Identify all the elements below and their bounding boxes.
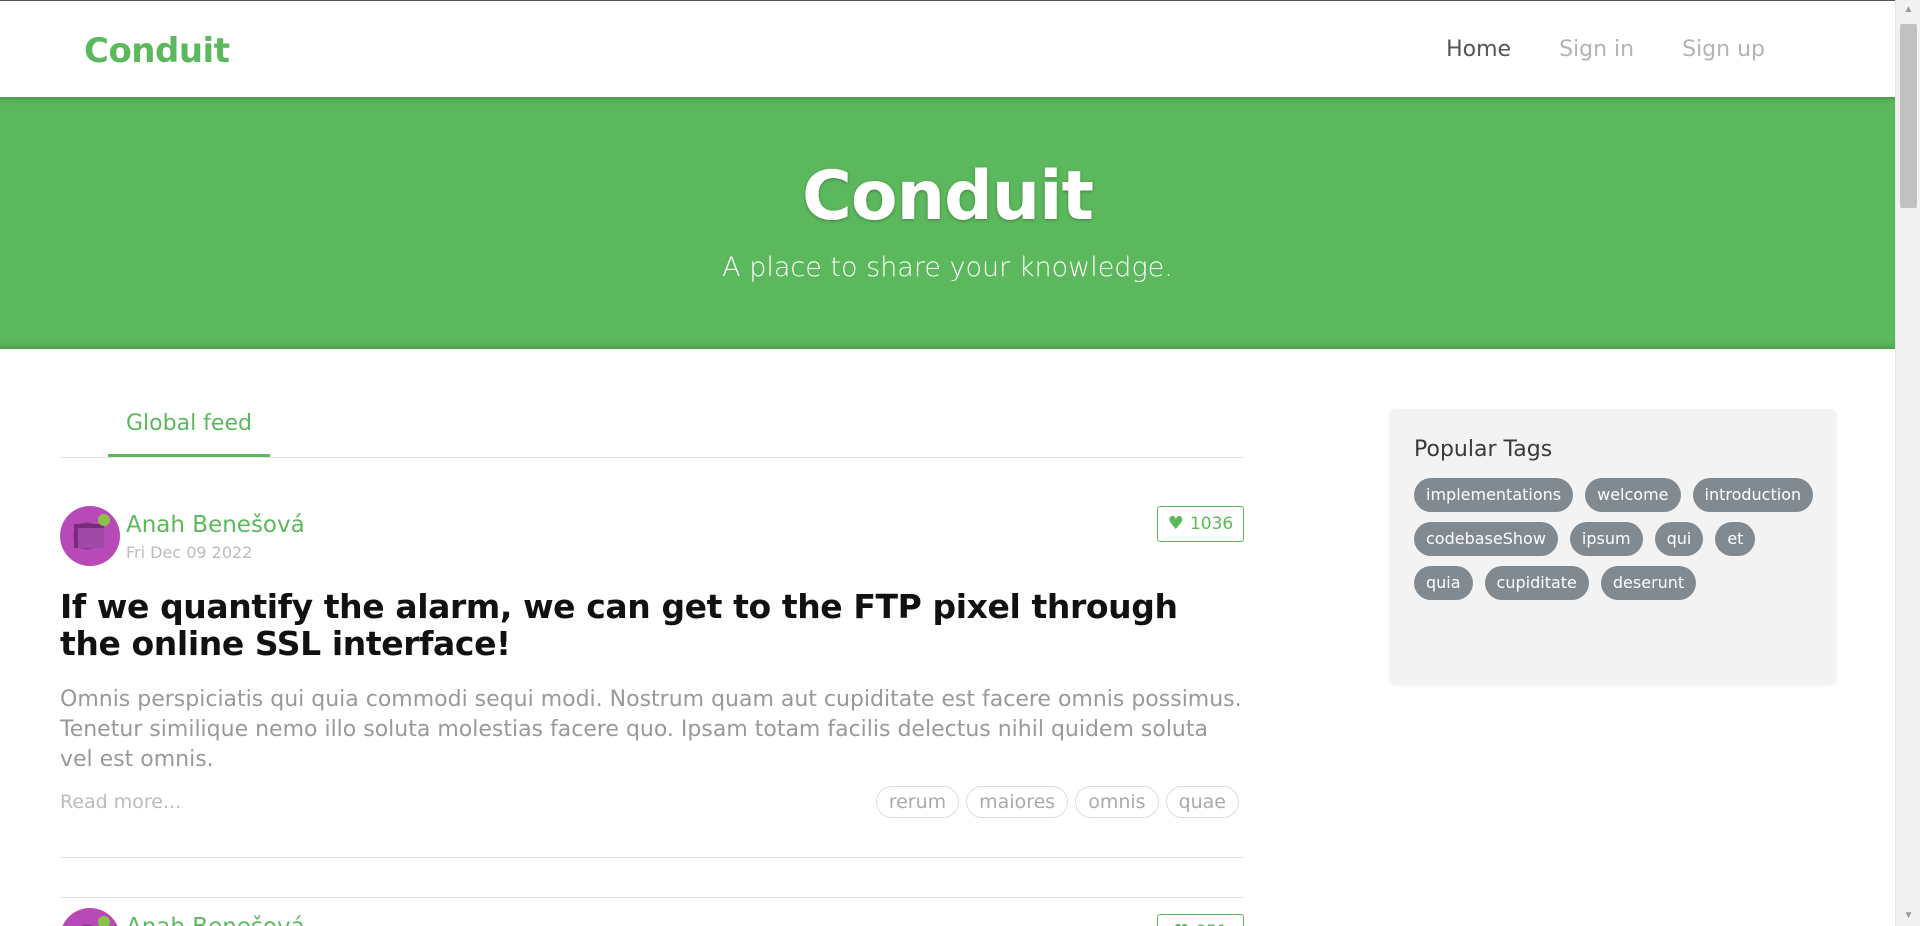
- tag-pill[interactable]: deserunt: [1600, 566, 1697, 600]
- tag-pill[interactable]: welcome: [1585, 478, 1681, 512]
- author-name[interactable]: Anah Benešová: [126, 914, 305, 926]
- avatar-image: [74, 524, 104, 548]
- avatar-status-dot: [98, 916, 110, 926]
- article-tag[interactable]: omnis: [1075, 786, 1159, 818]
- nav-sign-up-link[interactable]: Sign up: [1682, 37, 1765, 62]
- article-preview: Anah Benešová ♥ 851: [60, 858, 1244, 926]
- author-name[interactable]: Anah Benešová: [126, 512, 305, 538]
- tag-pill[interactable]: quia: [1414, 566, 1473, 600]
- author-avatar[interactable]: [60, 908, 120, 926]
- tag-pill[interactable]: codebaseShow: [1414, 522, 1558, 556]
- tab-global-feed[interactable]: Global feed: [108, 409, 270, 457]
- favorite-count: 1036: [1189, 514, 1234, 534]
- article-tag[interactable]: maiores: [966, 786, 1069, 818]
- article-title[interactable]: If we quantify the alarm, we can get to …: [60, 588, 1244, 662]
- article-tag[interactable]: quae: [1165, 786, 1239, 818]
- article-date: Fri Dec 09 2022: [126, 543, 253, 562]
- article-preview: Anah Benešová Fri Dec 09 2022 ♥ 1036 If …: [60, 458, 1244, 858]
- scroll-down-icon[interactable]: ▼: [1896, 906, 1920, 926]
- nav-links: Home Sign in Sign up: [1446, 37, 1765, 62]
- author-avatar[interactable]: [60, 506, 120, 566]
- page: Conduit Home Sign in Sign up Conduit A p…: [0, 0, 1895, 926]
- favorite-button[interactable]: ♥ 851: [1157, 914, 1244, 926]
- tag-pill[interactable]: qui: [1654, 522, 1704, 556]
- hero-banner: Conduit A place to share your knowledge.: [0, 97, 1895, 349]
- navbar: Conduit Home Sign in Sign up: [0, 0, 1895, 97]
- tag-pill[interactable]: cupiditate: [1484, 566, 1589, 600]
- tag-pill[interactable]: ipsum: [1569, 522, 1643, 556]
- article-tag[interactable]: rerum: [875, 786, 960, 818]
- heart-icon: ♥: [1167, 513, 1184, 534]
- article-tag-list: rerum maiores omnis quae: [875, 786, 1239, 818]
- feed-toggle: Global feed: [60, 349, 1244, 458]
- banner-subtitle: A place to share your knowledge.: [722, 252, 1173, 283]
- avatar-status-dot: [98, 514, 110, 526]
- sidebar-title: Popular Tags: [1414, 437, 1553, 462]
- read-more-link[interactable]: Read more...: [60, 791, 181, 813]
- vertical-scrollbar[interactable]: ▲ ▼: [1895, 0, 1920, 926]
- popular-tags-sidebar: Popular Tags implementations welcome int…: [1390, 409, 1836, 684]
- tag-pill[interactable]: implementations: [1414, 478, 1574, 512]
- scrollbar-thumb[interactable]: [1900, 24, 1917, 208]
- nav-sign-in-link[interactable]: Sign in: [1559, 37, 1634, 62]
- article-feed: Global feed Anah Benešová Fri Dec 09 202…: [60, 349, 1244, 926]
- popular-tag-list: implementations welcome introduction cod…: [1414, 478, 1814, 600]
- brand-logo[interactable]: Conduit: [84, 31, 230, 71]
- tag-pill[interactable]: introduction: [1692, 478, 1814, 512]
- favorite-button[interactable]: ♥ 1036: [1157, 506, 1244, 542]
- nav-home-link[interactable]: Home: [1446, 37, 1511, 62]
- tag-pill[interactable]: et: [1715, 522, 1756, 556]
- favorite-count: 851: [1195, 922, 1227, 926]
- scroll-up-icon[interactable]: ▲: [1896, 0, 1920, 20]
- banner-title: Conduit: [802, 157, 1094, 236]
- article-description: Omnis perspiciatis qui quia commodi sequ…: [60, 687, 1242, 772]
